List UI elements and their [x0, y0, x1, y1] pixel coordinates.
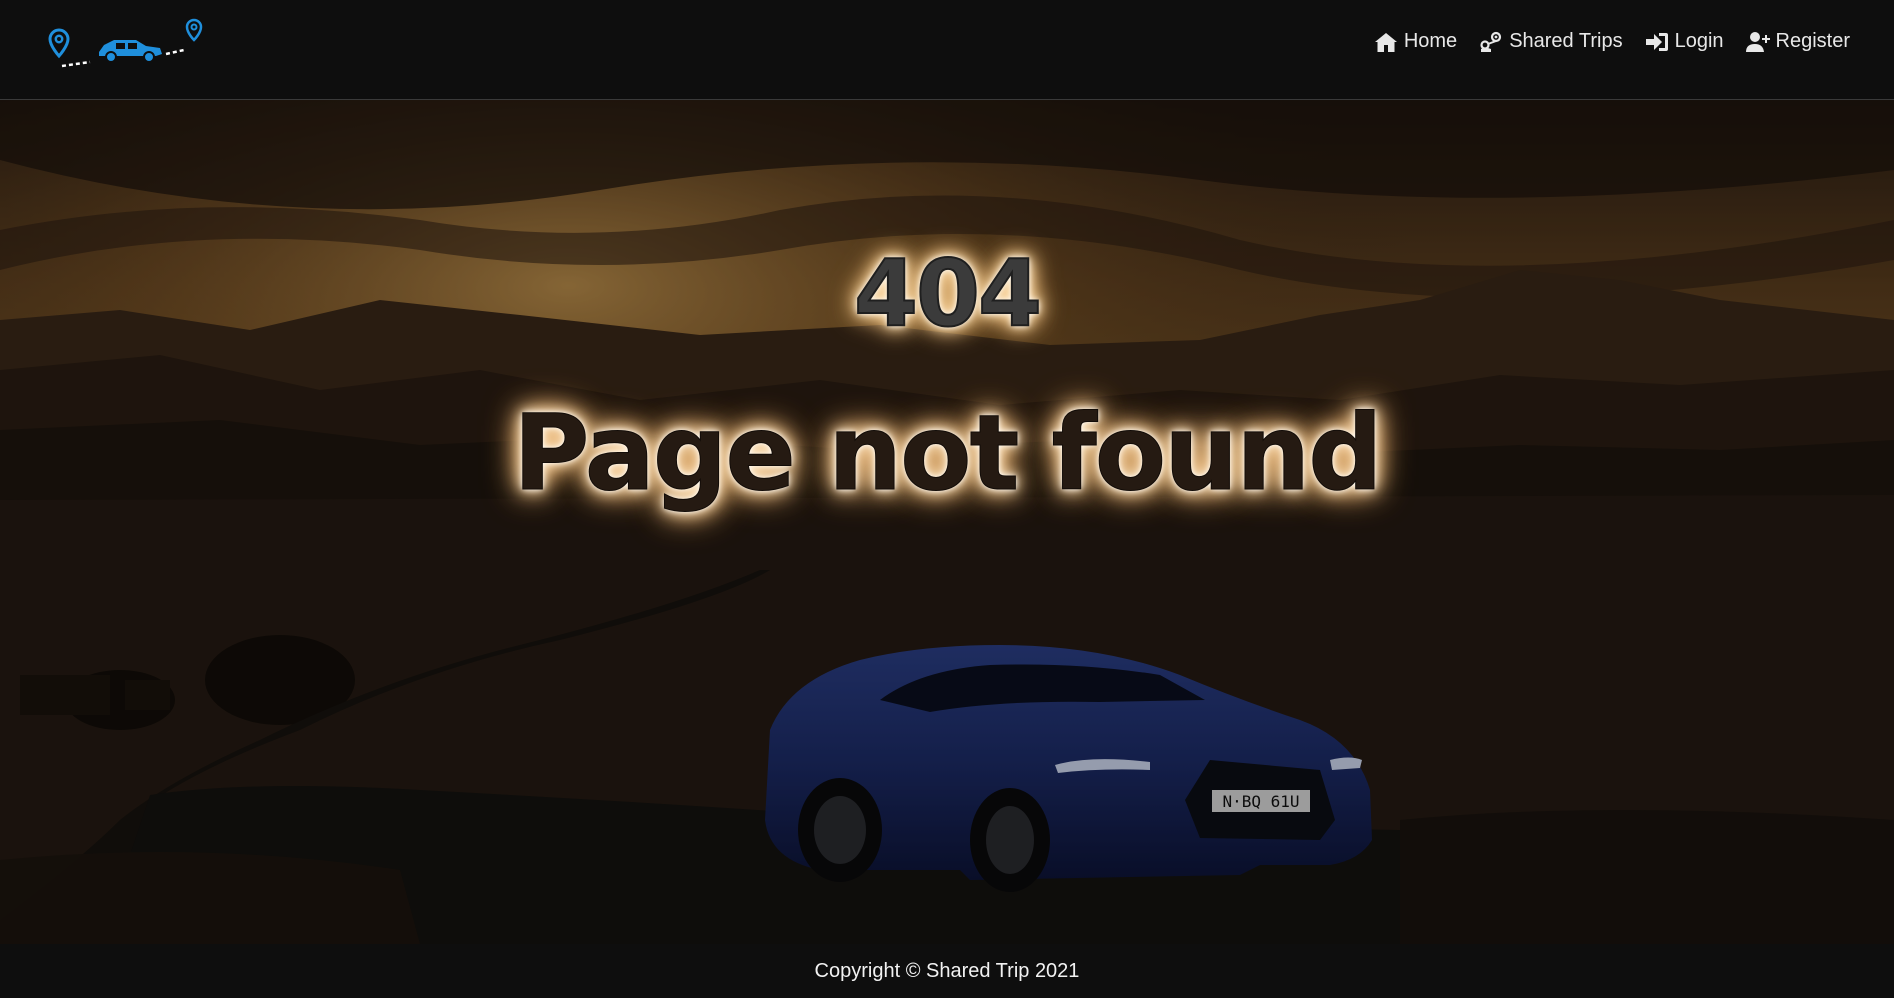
nav-register-label: Register [1775, 30, 1850, 52]
nav-shared-trips[interactable]: Shared Trips [1479, 30, 1623, 53]
error-message: Page not found [513, 392, 1383, 515]
hero-dim-overlay [0, 100, 1894, 944]
shared-trips-icon [1480, 31, 1502, 52]
nav-shared-trips-label: Shared Trips [1509, 30, 1623, 52]
route-car-logo-icon[interactable] [44, 18, 214, 72]
home-icon [1374, 32, 1397, 52]
nav-login[interactable]: Login [1645, 30, 1724, 53]
register-icon [1745, 31, 1770, 52]
navbar: Home Shared Trips Login Register [0, 0, 1894, 100]
footer: Copyright © Shared Trip 2021 [0, 944, 1894, 998]
login-icon [1645, 32, 1668, 51]
nav-home[interactable]: Home [1374, 30, 1457, 53]
copyright-text: Copyright © Shared Trip 2021 [814, 959, 1080, 982]
hero-section: N·BQ 61U 404 Page not found [0, 100, 1894, 944]
main-nav: Home Shared Trips Login Register [1374, 30, 1850, 53]
nav-login-label: Login [1674, 30, 1724, 52]
error-code: 404 [853, 239, 1043, 348]
nav-register[interactable]: Register [1745, 30, 1850, 53]
nav-home-label: Home [1403, 30, 1458, 52]
